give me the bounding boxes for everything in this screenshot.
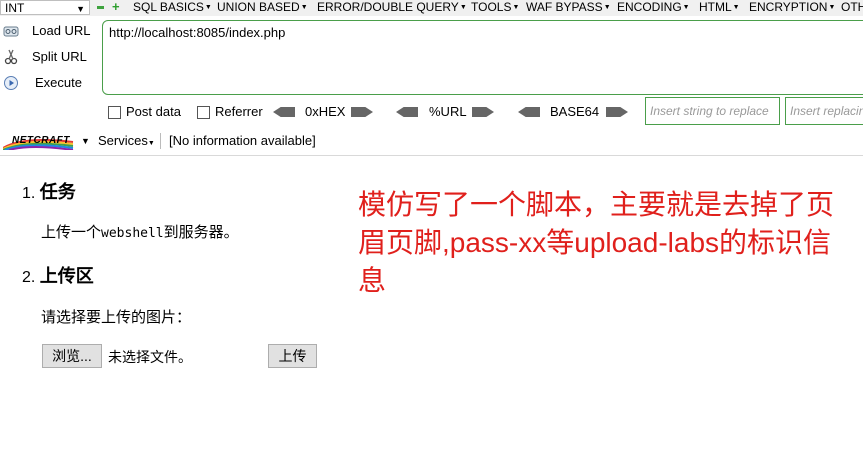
scissors-icon [4, 49, 18, 65]
netcraft-info: [No information available] [169, 133, 316, 148]
section2-number: 2. [22, 269, 36, 286]
section2-heading: 2. 上传区 [22, 262, 94, 288]
url-textarea[interactable]: http://localhost:8085/index.php [102, 20, 863, 95]
split-url-button[interactable]: Split URL [0, 45, 100, 69]
base64-encode-arrow-icon[interactable] [606, 107, 628, 117]
hex-decode-arrow-icon[interactable] [273, 107, 295, 117]
menu-error-double-query[interactable]: ERROR/DOUBLE QUERY▼ [317, 0, 467, 15]
menu-other[interactable]: OTH [841, 0, 863, 15]
referrer-label: Referrer [215, 104, 263, 119]
split-url-label: Split URL [32, 49, 87, 64]
url-encode-arrow-icon[interactable] [472, 107, 494, 117]
hex-label: 0xHEX [305, 104, 346, 119]
referrer-checkbox[interactable] [197, 106, 210, 119]
menu-sql-basics[interactable]: SQL BASICS▼ [133, 0, 212, 15]
upload-prompt: 请选择要上传的图片： [41, 309, 192, 326]
insert-replacing-string-input[interactable]: Insert replacing string [785, 97, 863, 125]
execute-button[interactable]: Execute [0, 71, 100, 95]
netcraft-logo[interactable]: NETCRAFT [2, 132, 75, 151]
url-decode-arrow-icon[interactable] [396, 107, 418, 117]
menu-tools[interactable]: TOOLS▼ [471, 0, 519, 15]
post-data-label: Post data [126, 104, 181, 119]
annotation-note: 模仿写了一个脚本，主要就是去掉了页眉页脚,pass-xx等upload-labs… [358, 189, 835, 296]
url-encode-label: %URL [429, 104, 467, 119]
section2-title: 上传区 [39, 266, 94, 286]
netcraft-toolbar: NETCRAFT ▼ Services▼ [No information ava… [0, 128, 863, 154]
post-data-checkbox[interactable] [108, 106, 121, 119]
hex-encode-arrow-icon[interactable] [351, 107, 373, 117]
injection-type-select[interactable]: INT ▼ [0, 0, 90, 15]
section1-text: 上传一个webshell到服务器。 [41, 224, 239, 241]
menu-encryption[interactable]: ENCRYPTION▼ [749, 0, 835, 15]
minus-icon[interactable] [97, 6, 104, 9]
toolbar-separator [0, 155, 863, 156]
toolbar-divider [160, 133, 161, 149]
no-file-selected-text: 未选择文件。 [108, 349, 192, 365]
services-menu[interactable]: Services▼ [98, 128, 155, 157]
hackbar-actions: Load URL Split URL Execute [0, 16, 100, 96]
execute-label: Execute [35, 75, 82, 90]
netcraft-logo-text: NETCRAFT [12, 135, 70, 146]
menu-union-based[interactable]: UNION BASED▼ [217, 0, 308, 15]
section1-heading: 1. 任务 [22, 178, 76, 204]
base64-label: BASE64 [550, 104, 600, 119]
load-url-button[interactable]: Load URL [0, 19, 100, 43]
section1-title: 任务 [39, 182, 76, 202]
netcraft-dropdown-icon[interactable]: ▼ [81, 128, 90, 154]
upload-button[interactable]: 上传 [268, 344, 317, 368]
load-url-icon [3, 26, 19, 37]
menu-html[interactable]: HTML▼ [699, 0, 740, 15]
menu-encoding[interactable]: ENCODING▼ [617, 0, 690, 15]
load-url-label: Load URL [32, 23, 91, 38]
hackbar-toolbar: INT ▼ + SQL BASICS▼ UNION BASED▼ ERROR/D… [0, 0, 863, 16]
webshell-code: webshell [101, 226, 164, 241]
play-icon [4, 76, 18, 90]
chevron-down-icon: ▼ [76, 4, 85, 14]
insert-string-to-replace-input[interactable]: Insert string to replace [645, 97, 780, 125]
browse-button[interactable]: 浏览... [42, 344, 102, 368]
section1-number: 1. [22, 185, 36, 202]
menu-waf-bypass[interactable]: WAF BYPASS▼ [526, 0, 611, 15]
plus-icon[interactable]: + [112, 0, 120, 14]
url-value: http://localhost:8085/index.php [109, 25, 286, 40]
injection-type-value: INT [5, 1, 25, 15]
base64-decode-arrow-icon[interactable] [518, 107, 540, 117]
